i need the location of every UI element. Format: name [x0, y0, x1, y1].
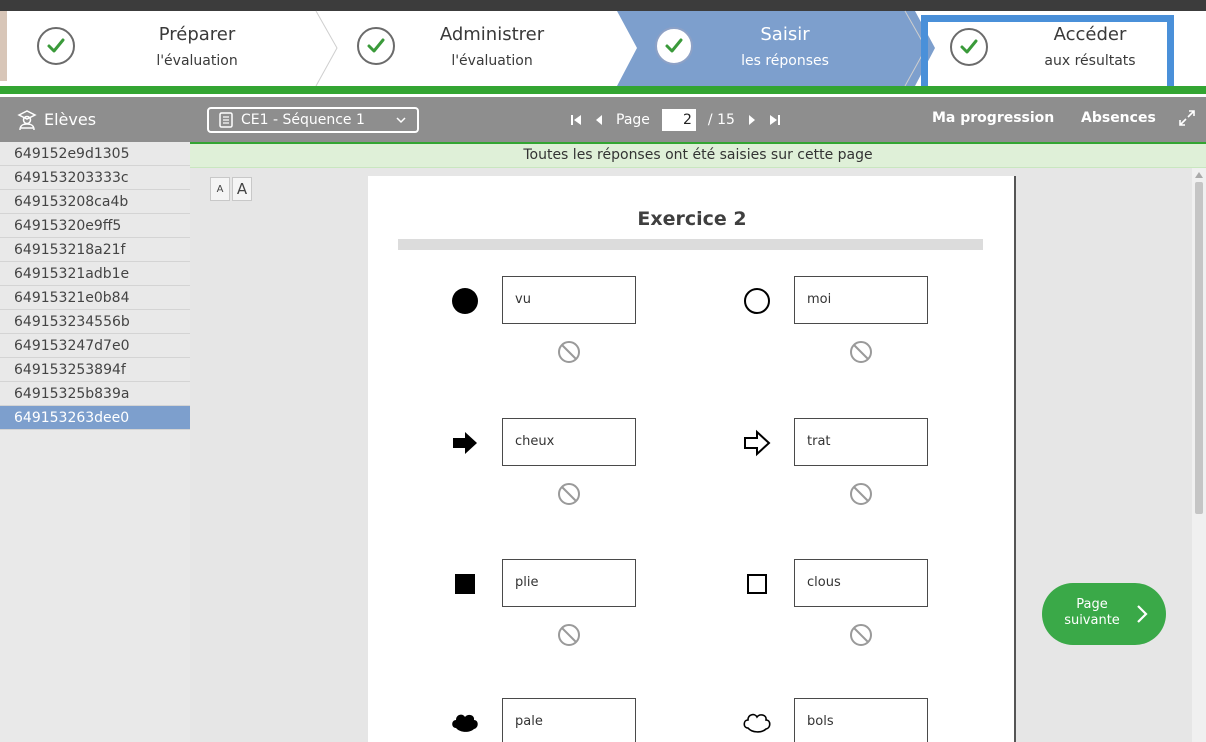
app-root: Préparer l'évaluation Administrer l'éval…: [0, 0, 1206, 742]
student-item[interactable]: 64915321e0b84: [0, 286, 190, 310]
exercise-page: Exercice 2 vu moi cheux trat plie clous …: [368, 176, 1016, 742]
page-number-input[interactable]: [661, 109, 696, 131]
wizard-steps: Préparer l'évaluation Administrer l'éval…: [0, 0, 1206, 97]
student-item[interactable]: 649153218a21f: [0, 238, 190, 262]
student-item[interactable]: 649153208ca4b: [0, 190, 190, 214]
font-smaller-button[interactable]: A: [210, 177, 230, 201]
last-page-icon[interactable]: [769, 113, 781, 127]
student-item[interactable]: 64915321adb1e: [0, 262, 190, 286]
chevron-down-icon: [396, 117, 406, 124]
answer-box[interactable]: clous: [794, 559, 928, 607]
prohibited-icon[interactable]: [556, 339, 582, 365]
content-area: A A Exercice 2 vu moi cheux trat plie cl…: [190, 168, 1206, 742]
first-page-icon[interactable]: [570, 113, 582, 127]
step-prepare[interactable]: Préparer l'évaluation: [7, 11, 337, 86]
step-enter-answers[interactable]: Saisir les réponses: [615, 11, 935, 86]
filled-cloud-icon: [452, 714, 478, 732]
prev-page-icon[interactable]: [594, 113, 604, 127]
student-item[interactable]: 649153234556b: [0, 310, 190, 334]
student-item[interactable]: 64915325b839a: [0, 382, 190, 406]
answer-box[interactable]: pale: [502, 698, 636, 742]
step-administer[interactable]: Administrer l'évaluation: [337, 11, 627, 86]
prohibited-icon[interactable]: [556, 622, 582, 648]
filled-arrow-icon: [453, 432, 477, 454]
step-subtitle: les réponses: [741, 53, 829, 69]
sidebar-header: Elèves: [0, 97, 190, 142]
next-page-label: Page suivante: [1064, 597, 1120, 629]
scroll-up-icon[interactable]: [1195, 172, 1203, 178]
student-item[interactable]: 649153253894f: [0, 358, 190, 382]
page-total: / 15: [707, 112, 735, 128]
title-divider: [398, 239, 983, 250]
answer-box[interactable]: moi: [794, 276, 928, 324]
answer-box[interactable]: bols: [794, 698, 928, 742]
student-item-selected[interactable]: 649153263dee0: [0, 406, 190, 430]
step-subtitle: l'évaluation: [156, 53, 238, 69]
step-title: Saisir: [760, 24, 810, 45]
sequence-select-value: CE1 - Séquence 1: [241, 112, 365, 128]
answer-box[interactable]: plie: [502, 559, 636, 607]
filled-circle-icon: [452, 288, 478, 314]
next-page-label-line1: Page: [1076, 597, 1108, 612]
check-icon: [357, 27, 395, 65]
prohibited-icon[interactable]: [848, 481, 874, 507]
student-item[interactable]: 649153247d7e0: [0, 334, 190, 358]
prohibited-icon[interactable]: [848, 339, 874, 365]
toolbar: CE1 - Séquence 1 Page / 15: [190, 97, 1206, 142]
outline-circle-icon: [744, 288, 770, 314]
scrollbar-thumb[interactable]: [1195, 182, 1203, 514]
outline-arrow-icon: [744, 429, 771, 457]
sidebar-title: Elèves: [44, 110, 97, 129]
step-highlight-frame: [921, 15, 1174, 96]
student-list: 649152e9d1305 649153203333c 649153208ca4…: [0, 142, 190, 430]
student-icon: [17, 109, 37, 130]
outline-cloud-icon: [743, 713, 771, 733]
step-title: Administrer: [439, 24, 545, 45]
filled-square-icon: [455, 574, 475, 594]
answer-box[interactable]: cheux: [502, 418, 636, 466]
next-page-label-line2: suivante: [1064, 613, 1120, 628]
font-size-controls: A A: [210, 177, 252, 201]
sequence-select[interactable]: CE1 - Séquence 1: [207, 107, 419, 133]
student-item[interactable]: 64915320e9ff5: [0, 214, 190, 238]
check-icon: [655, 27, 693, 65]
exercise-title: Exercice 2: [637, 208, 747, 230]
vertical-scrollbar[interactable]: [1192, 168, 1206, 742]
answer-box[interactable]: trat: [794, 418, 928, 466]
expand-icon[interactable]: [1178, 109, 1196, 127]
student-item[interactable]: 649152e9d1305: [0, 142, 190, 166]
status-banner: Toutes les réponses ont été saisies sur …: [190, 142, 1206, 168]
document-icon: [219, 112, 233, 128]
pager: Page / 15: [570, 107, 781, 133]
chevron-right-icon: [1137, 605, 1148, 623]
prohibited-icon[interactable]: [848, 622, 874, 648]
next-page-icon[interactable]: [747, 113, 757, 127]
step-title: Préparer: [158, 24, 236, 45]
page-label: Page: [616, 112, 650, 128]
step-subtitle: l'évaluation: [451, 53, 533, 69]
progress-bar: [0, 86, 1206, 94]
my-progress-button[interactable]: Ma progression: [932, 110, 1054, 126]
student-sidebar: Elèves 649152e9d1305 649153203333c 64915…: [0, 97, 190, 742]
outline-square-icon: [747, 574, 767, 594]
absences-button[interactable]: Absences: [1081, 110, 1156, 126]
prohibited-icon[interactable]: [556, 481, 582, 507]
student-item[interactable]: 649153203333c: [0, 166, 190, 190]
answer-box[interactable]: vu: [502, 276, 636, 324]
font-larger-button[interactable]: A: [232, 177, 252, 201]
next-page-button[interactable]: Page suivante: [1042, 583, 1166, 645]
check-icon: [37, 27, 75, 65]
